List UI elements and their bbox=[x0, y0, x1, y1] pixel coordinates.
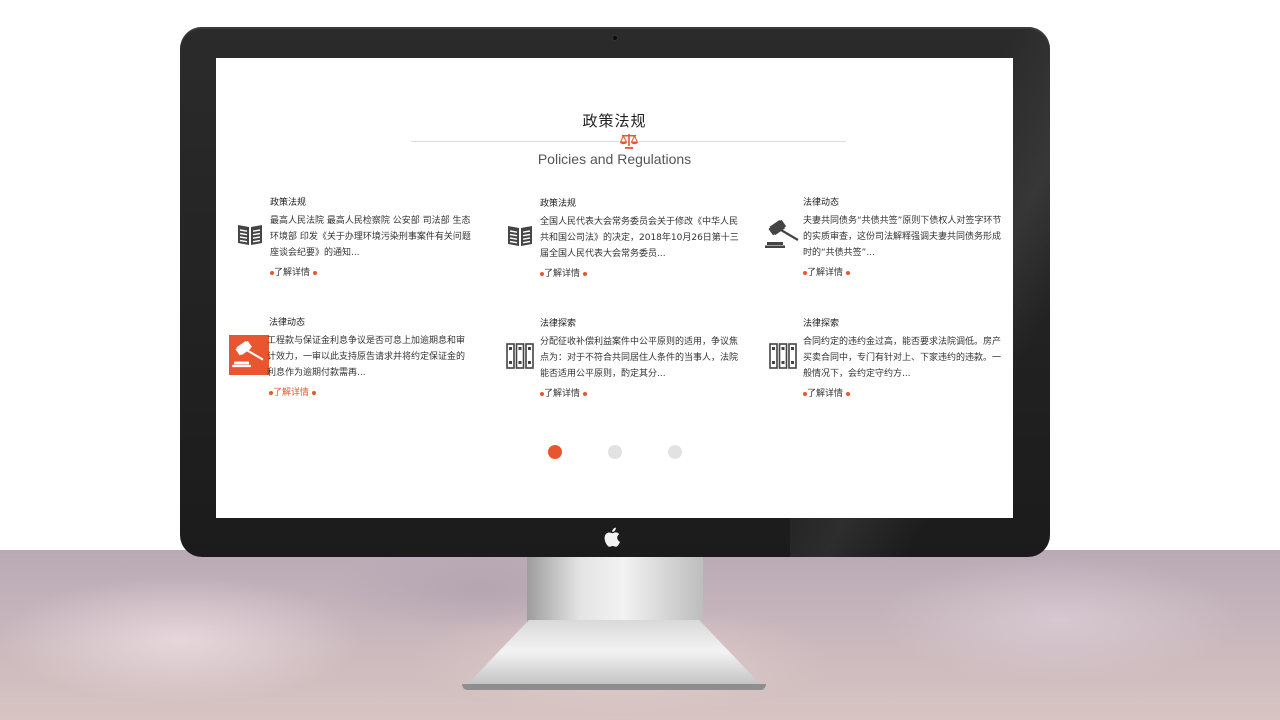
monitor-stand-base-edge bbox=[462, 684, 766, 690]
card-description: 合同约定的违约金过高，能否要求法院调低。房产买卖合同中，专门有针对上、下家违约的… bbox=[803, 337, 1002, 379]
read-more-link[interactable]: 了解详情 bbox=[803, 386, 850, 399]
read-more-label: 了解详情 bbox=[807, 268, 844, 278]
gavel-icon bbox=[229, 335, 269, 375]
book-icon bbox=[500, 216, 540, 256]
card-category: 法律探索 bbox=[540, 319, 577, 329]
bullet-dot-icon bbox=[845, 270, 850, 275]
card-category: 法律动态 bbox=[803, 198, 840, 208]
monitor-stand-neck bbox=[527, 557, 703, 627]
read-more-link[interactable]: 了解详情 bbox=[540, 386, 587, 399]
card-category: 法律探索 bbox=[803, 319, 840, 329]
read-more-link[interactable]: 了解详情 bbox=[803, 265, 850, 278]
apple-logo-icon bbox=[604, 527, 620, 547]
read-more-label: 了解详情 bbox=[544, 269, 581, 279]
news-card[interactable]: 法律探索 分配征收补偿利益案件中公平原则的适用，争议焦点为：对于不符合共同居住人… bbox=[500, 316, 740, 406]
read-more-label: 了解详情 bbox=[544, 389, 581, 399]
pagination-dot-3[interactable] bbox=[668, 445, 682, 459]
card-description: 分配征收补偿利益案件中公平原则的适用，争议焦点为：对于不符合共同居住人条件的当事… bbox=[540, 337, 739, 379]
bookshelf-icon bbox=[500, 336, 540, 376]
section-subtitle: Policies and Regulations bbox=[537, 151, 692, 167]
screen: 政策法规 Policies and Regulations 政策法规 最高人民法… bbox=[216, 58, 1013, 518]
bookshelf-icon bbox=[763, 336, 803, 376]
news-card-active[interactable]: 法律动态 工程款与保证金利息争议是否可息上加逾期息和审计效力，一审以此支持原告请… bbox=[229, 315, 469, 405]
read-more-label: 了解详情 bbox=[273, 388, 310, 398]
news-card[interactable]: 政策法规 最高人民法院 最高人民检察院 公安部 司法部 生态环境部 印发《关于办… bbox=[230, 195, 471, 285]
pagination-dot-1[interactable] bbox=[548, 445, 562, 459]
scales-of-justice-icon bbox=[619, 132, 639, 150]
gavel-icon bbox=[763, 215, 803, 255]
book-icon bbox=[230, 215, 270, 255]
card-description: 夫妻共同债务“共债共签”原则下债权人对签字环节的实质审查，这份司法解释强调夫妻共… bbox=[803, 216, 1002, 258]
read-more-label: 了解详情 bbox=[807, 389, 844, 399]
bullet-dot-icon bbox=[311, 390, 316, 395]
pagination-dot-2[interactable] bbox=[608, 445, 622, 459]
card-category: 政策法规 bbox=[270, 198, 307, 208]
news-card[interactable]: 政策法规 全国人民代表大会常务委员会关于修改《中华人民共和国公司法》的决定，20… bbox=[500, 196, 740, 286]
card-description: 全国人民代表大会常务委员会关于修改《中华人民共和国公司法》的决定，2018年10… bbox=[540, 217, 739, 259]
card-description: 最高人民法院 最高人民检察院 公安部 司法部 生态环境部 印发《关于办理环境污染… bbox=[270, 216, 471, 258]
bullet-dot-icon bbox=[845, 391, 850, 396]
card-description: 工程款与保证金利息争议是否可息上加逾期息和审计效力，一审以此支持原告请求并将约定… bbox=[267, 336, 466, 378]
section-title: 政策法规 bbox=[582, 112, 647, 130]
news-card[interactable]: 法律动态 夫妻共同债务“共债共签”原则下债权人对签字环节的实质审查，这份司法解释… bbox=[763, 195, 1003, 285]
bullet-dot-icon bbox=[312, 270, 317, 275]
read-more-link[interactable]: 了解详情 bbox=[270, 265, 317, 278]
read-more-link[interactable]: 了解详情 bbox=[269, 385, 316, 398]
card-category: 政策法规 bbox=[540, 199, 577, 209]
news-card[interactable]: 法律探索 合同约定的违约金过高，能否要求法院调低。房产买卖合同中，专门有针对上、… bbox=[763, 316, 1003, 406]
bullet-dot-icon bbox=[582, 271, 587, 276]
bullet-dot-icon bbox=[582, 391, 587, 396]
camera-icon bbox=[612, 35, 618, 41]
read-more-label: 了解详情 bbox=[274, 268, 311, 278]
read-more-link[interactable]: 了解详情 bbox=[540, 266, 587, 279]
card-category: 法律动态 bbox=[269, 318, 306, 328]
